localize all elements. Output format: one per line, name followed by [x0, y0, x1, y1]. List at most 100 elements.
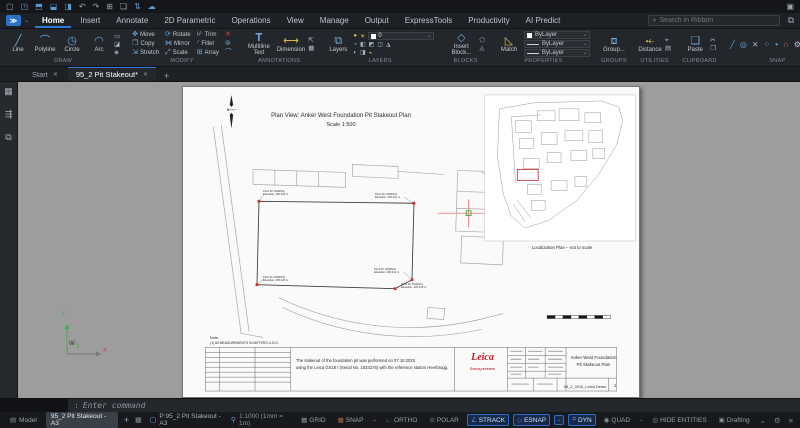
snap-endpoint-icon[interactable]: ╱ — [730, 40, 735, 49]
command-line[interactable]: : Enter command — [68, 399, 800, 412]
lineweight-dropdown[interactable]: ByLayer ⌄ — [524, 40, 590, 48]
linetype-dropdown[interactable]: ByLayer ⌄ — [524, 49, 590, 57]
color-dropdown[interactable]: ByLayer ⌄ — [524, 31, 590, 39]
tab-productivity[interactable]: Productivity — [461, 13, 516, 28]
paste-tool[interactable]: ❏ Paste — [683, 35, 707, 54]
app-menu-chevron-icon[interactable]: ⌄ — [24, 17, 29, 24]
notifications-icon[interactable]: ⚙ — [772, 416, 783, 425]
hatch-tool-icon[interactable]: ◪ — [114, 41, 120, 48]
tab-insert[interactable]: Insert — [73, 13, 107, 28]
mirror-tool[interactable]: ⋈Mirror — [165, 40, 191, 48]
curve-tool[interactable]: ⌒ — [225, 49, 232, 57]
esnap-dropdown-chevron[interactable]: ⌄ — [554, 415, 564, 425]
tab-output[interactable]: Output — [358, 13, 396, 28]
region-tool-icon[interactable]: ◈ — [114, 49, 120, 56]
new-file-icon[interactable]: ▢ — [6, 2, 14, 11]
layer-walk-icon[interactable]: ◩ — [369, 41, 375, 48]
snap-dropdown-chevron[interactable]: ⌄ — [371, 417, 377, 423]
app-logo[interactable]: ≫ — [6, 15, 21, 26]
blocks-group-label[interactable]: BLOCKS — [442, 57, 489, 66]
id-point-icon[interactable]: ⌖ — [665, 37, 671, 44]
scale-tool[interactable]: ⤢Scale — [165, 49, 191, 57]
layer-dropdown[interactable]: 0 ⌄ — [368, 32, 434, 40]
layer-isolate-icon[interactable]: ◔ — [353, 42, 357, 48]
settings-sliders-icon[interactable]: ⇶ — [5, 109, 13, 120]
publish-icon[interactable]: ⇅ — [134, 2, 141, 11]
doc-tab-drawing[interactable]: 95_2 Pit Stakeout* ✕ — [68, 67, 156, 81]
toggle-grid[interactable]: ▦ GRID — [297, 414, 329, 426]
layer-delete-icon[interactable]: ◒ — [369, 50, 373, 56]
circle-tool[interactable]: ◷ Circle — [60, 35, 84, 54]
snap-center-icon[interactable]: ◎ — [740, 40, 747, 49]
layout-tab[interactable]: 95_2 Pit Stakeout - A3 — [46, 412, 118, 428]
layer-freeze-icon[interactable]: ☀ — [360, 33, 365, 40]
toggle-polar[interactable]: ⊙ POLAR — [425, 414, 463, 426]
table-tool-icon[interactable]: ▦ — [308, 45, 314, 52]
layers-panel-icon[interactable]: ⧉ — [5, 132, 11, 143]
add-layout-button[interactable]: + — [122, 415, 131, 425]
tab-ai-predict[interactable]: AI Predict — [519, 13, 568, 28]
tab-expresstools[interactable]: ExpressTools — [398, 13, 460, 28]
account-icon[interactable]: ▣ — [786, 2, 794, 11]
draw-group-label[interactable]: DRAW — [2, 57, 124, 66]
line-tool[interactable]: ╱ Line — [6, 35, 30, 54]
save-icon[interactable]: ⬒ — [35, 2, 43, 11]
toggle-hide-entities[interactable]: ◎ HIDE ENTITIES — [648, 414, 710, 426]
undo-icon[interactable]: ↶ — [79, 2, 86, 11]
tab-manage[interactable]: Manage — [313, 13, 356, 28]
utilities-group-label[interactable]: UTILITIES — [634, 57, 675, 66]
tab-view[interactable]: View — [280, 13, 311, 28]
close-tab-icon[interactable]: ✕ — [143, 71, 148, 78]
rotate-tool[interactable]: ⟳Rotate — [165, 31, 191, 39]
toggle-drafting[interactable]: ▣ Drafting — [715, 414, 754, 426]
statusbar-menu-icon[interactable]: ≡ — [787, 416, 795, 425]
open-file-icon[interactable]: ◳ — [21, 2, 29, 11]
layer-match-icon[interactable]: ◫ — [377, 41, 383, 48]
trim-tool[interactable]: ⊬Trim — [197, 31, 219, 39]
match-properties-tool[interactable]: ◺ Match — [497, 35, 521, 54]
snap-node-icon[interactable]: • — [775, 40, 778, 49]
polyline-tool[interactable]: ⌒ Polyline — [33, 35, 57, 54]
new-tab-button[interactable]: + — [158, 71, 175, 81]
layers-tool[interactable]: ⧉ Layers — [326, 35, 350, 54]
doc-tab-start[interactable]: Start ✕ — [24, 67, 66, 81]
toggle-esnap[interactable]: ◇ ESNAP — [513, 414, 550, 426]
clipboard-group-label[interactable]: CLIPBOARD — [679, 57, 720, 66]
snap-settings-icon[interactable]: ⚙ — [794, 40, 800, 49]
redo-icon[interactable]: ↷ — [93, 2, 100, 11]
layer-off-icon[interactable]: ◐ — [353, 50, 357, 56]
toggle-quad[interactable]: ◉ QUAD — [600, 414, 634, 426]
properties-group-label[interactable]: PROPERTIES — [493, 57, 594, 66]
tab-2d-parametric[interactable]: 2D Parametric — [157, 13, 222, 28]
tab-operations[interactable]: Operations — [224, 13, 277, 28]
distance-tool[interactable]: ⤝ Distance — [638, 35, 662, 54]
block-edit-icon[interactable]: ⬠ — [479, 37, 485, 44]
layer-lock-icon[interactable]: ◧ — [360, 41, 366, 48]
toggle-ortho[interactable]: ∟ ORTHO — [382, 415, 422, 426]
model-tab[interactable]: ▤ Model — [5, 415, 42, 425]
groups-group-label[interactable]: GROUPS — [598, 57, 630, 66]
snap-magnet-icon[interactable]: ∩ — [783, 40, 789, 49]
layer-on-icon[interactable]: ● — [353, 33, 357, 39]
insert-block-tool[interactable]: ◇ Insert Block... — [446, 32, 476, 56]
pan-icon[interactable]: ⊞ — [106, 2, 113, 11]
annotation-scale[interactable]: ⚲ 1:1000 (1mm = 1m) — [231, 413, 293, 427]
stretch-tool[interactable]: ⇲Stretch — [132, 49, 159, 57]
tab-home[interactable]: Home — [35, 13, 71, 28]
offset-tool[interactable]: ⊚ — [225, 40, 232, 48]
arc-tool[interactable]: ◠ Arc — [87, 35, 111, 54]
calculator-icon[interactable]: ▤ — [665, 45, 671, 52]
toggle-strack[interactable]: ∠ STRACK — [467, 414, 509, 426]
save-as-icon[interactable]: ⬓ — [50, 2, 58, 11]
array-tool[interactable]: ⊞Array — [197, 49, 219, 57]
annotations-group-label[interactable]: ANNOTATIONS — [240, 57, 319, 66]
leader-tool-icon[interactable]: ⇱ — [308, 37, 314, 44]
snap-intersection-icon[interactable]: ⨯ — [752, 40, 759, 49]
copy-icon[interactable]: ❏ — [120, 2, 127, 11]
ribbon-options-icon[interactable]: ⧉ — [788, 15, 794, 26]
block-attrib-icon[interactable]: ◬ — [479, 45, 485, 52]
quad-dropdown-chevron[interactable]: ⌄ — [638, 417, 644, 423]
tab-annotate[interactable]: Annotate — [109, 13, 155, 28]
dimension-tool[interactable]: ⟷ Dimension — [277, 35, 305, 54]
modify-group-label[interactable]: MODIFY — [128, 57, 236, 66]
